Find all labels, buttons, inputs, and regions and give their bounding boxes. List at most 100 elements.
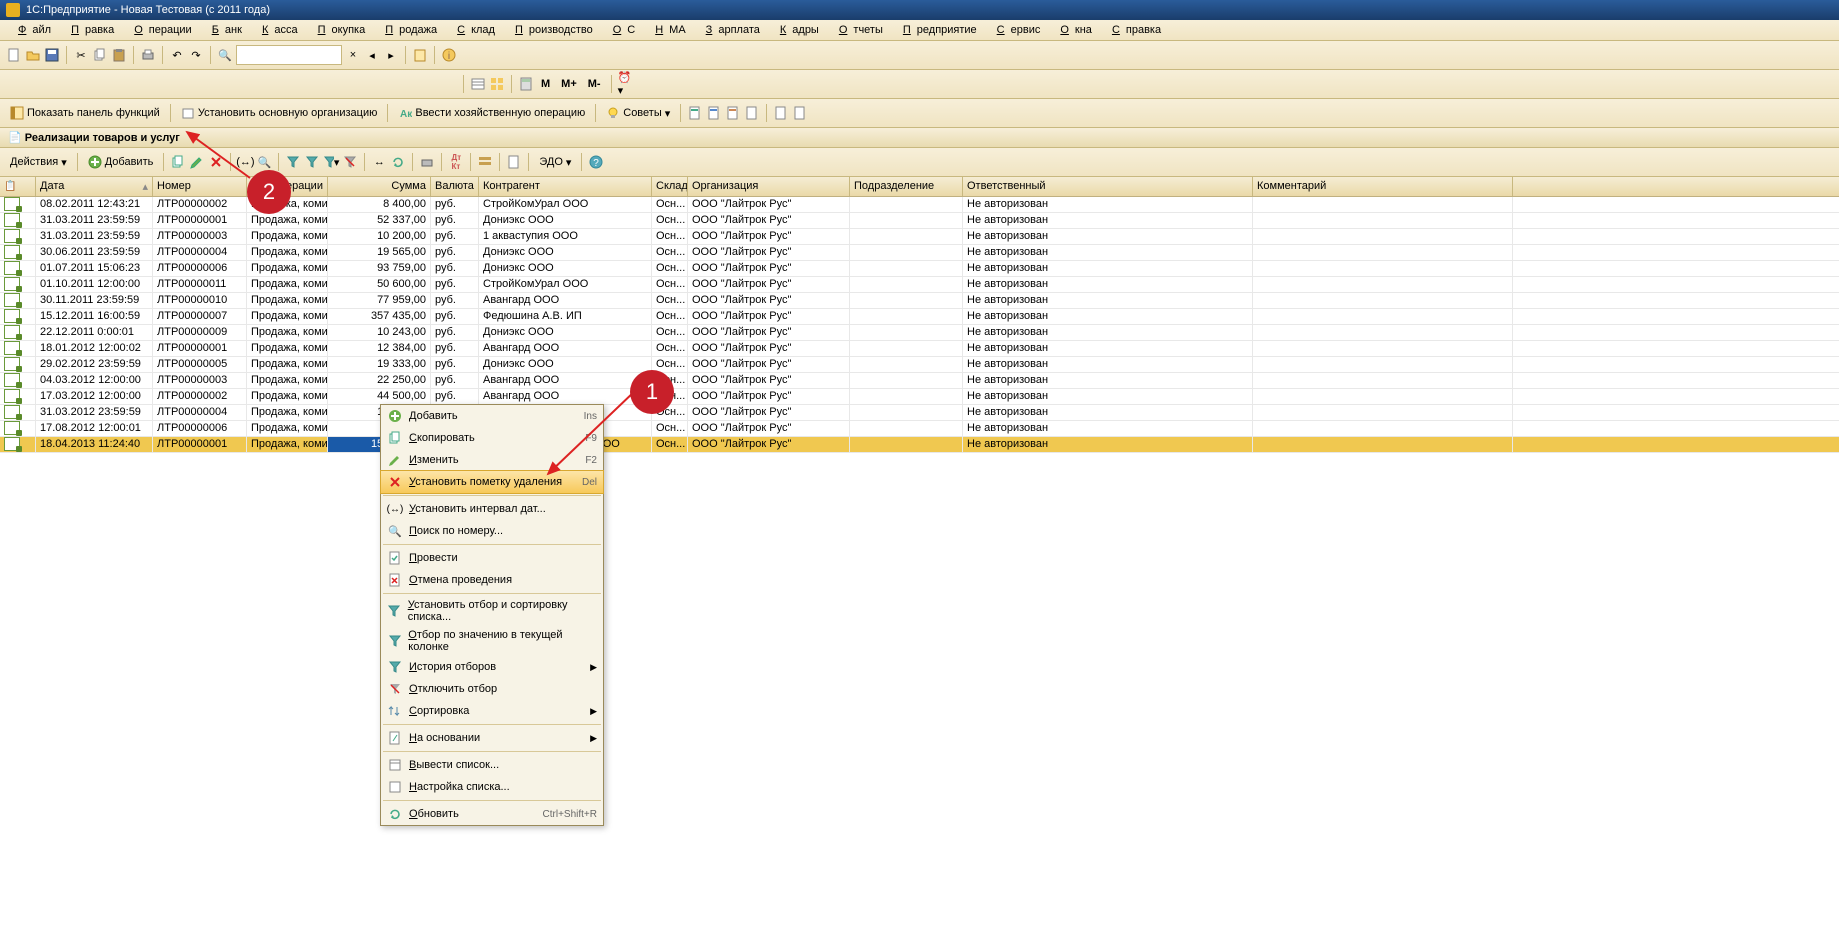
clipboard-icon[interactable] (412, 47, 428, 63)
col-header[interactable]: Ответственный (963, 177, 1253, 196)
grid-icon[interactable] (489, 76, 505, 92)
menu-продажа[interactable]: Продажа (373, 22, 443, 38)
structure-icon[interactable] (477, 154, 493, 170)
ctx-del[interactable]: Установить пометку удаленияDel (380, 470, 604, 494)
new-icon[interactable] (6, 47, 22, 63)
table-row[interactable]: 17.03.2012 12:00:00ЛТР00000002Продажа, к… (0, 389, 1839, 405)
report6-icon[interactable] (792, 105, 808, 121)
menu-окна[interactable]: Окна (1048, 22, 1098, 38)
table-row[interactable]: 31.03.2011 23:59:59ЛТР00000003Продажа, к… (0, 229, 1839, 245)
table-row[interactable]: 18.04.2013 11:24:40ЛТР00000001Продажа, к… (0, 437, 1839, 453)
help2-icon[interactable]: ? (588, 154, 604, 170)
base-on-icon[interactable] (506, 154, 522, 170)
col-header[interactable]: Дата ▴ (36, 177, 153, 196)
actions-button[interactable]: Действия ▾ (6, 154, 71, 171)
search-num-icon[interactable]: 🔍 (256, 154, 272, 170)
menu-касса[interactable]: Касса (250, 22, 304, 38)
ctx-date[interactable]: (↔)Установить интервал дат... (381, 498, 603, 520)
menu-сервис[interactable]: Сервис (985, 22, 1047, 38)
edit-doc-icon[interactable] (189, 154, 205, 170)
table-row[interactable]: 31.03.2012 23:59:59ЛТР00000004Продажа, к… (0, 405, 1839, 421)
grid-body[interactable]: 08.02.2011 12:43:21ЛТР00000002Продажа, к… (0, 197, 1839, 453)
mark-delete-icon[interactable] (208, 154, 224, 170)
ctx-filtc[interactable]: Отбор по значению в текущей колонке (381, 626, 603, 656)
add-button[interactable]: Добавить (84, 153, 158, 171)
table-row[interactable]: 31.03.2011 23:59:59ЛТР00000001Продажа, к… (0, 213, 1839, 229)
filter-col-icon[interactable] (304, 154, 320, 170)
table-row[interactable]: 30.06.2011 23:59:59ЛТР00000004Продажа, к… (0, 245, 1839, 261)
menu-склад[interactable]: Склад (445, 22, 501, 38)
report2-icon[interactable] (706, 105, 722, 121)
memory-mplus[interactable]: М+ (557, 76, 581, 92)
reminder-icon[interactable]: ⏰▾ (618, 76, 634, 92)
menu-отчеты[interactable]: Отчеты (827, 22, 889, 38)
cut-icon[interactable]: ✂ (73, 47, 89, 63)
open-icon[interactable] (25, 47, 41, 63)
dt-kt-icon[interactable]: ДтКт (448, 154, 464, 170)
ctx-srch[interactable]: 🔍Поиск по номеру... (381, 520, 603, 542)
search-next-icon[interactable]: ▸ (383, 47, 399, 63)
filter-hist-icon[interactable]: ▾ (323, 154, 339, 170)
help-icon[interactable]: i (441, 47, 457, 63)
copy-doc-icon[interactable] (170, 154, 186, 170)
col-header[interactable]: Валюта (431, 177, 479, 196)
redo-icon[interactable]: ↷ (188, 47, 204, 63)
date-interval-icon[interactable]: (↔) (237, 154, 253, 170)
menu-предприятие[interactable]: Предприятие (891, 22, 983, 38)
table-row[interactable]: 17.08.2012 12:00:01ЛТР00000006Продажа, к… (0, 421, 1839, 437)
ctx-set[interactable]: Настройка списка... (381, 776, 603, 798)
print-icon[interactable] (140, 47, 156, 63)
search-prev-icon[interactable]: ◂ (364, 47, 380, 63)
print-doc-icon[interactable] (419, 154, 435, 170)
col-header[interactable]: Сумма (328, 177, 431, 196)
paste-icon[interactable] (111, 47, 127, 63)
table-row[interactable]: 01.10.2011 12:00:00ЛТР00000011Продажа, к… (0, 277, 1839, 293)
filter-off-icon[interactable] (342, 154, 358, 170)
report3-icon[interactable] (725, 105, 741, 121)
filter-icon[interactable] (285, 154, 301, 170)
ctx-copy[interactable]: СкопироватьF9 (381, 427, 603, 449)
ctx-unpost[interactable]: Отмена проведения (381, 569, 603, 591)
ctx-off[interactable]: Отключить отбор (381, 678, 603, 700)
table-row[interactable]: 18.01.2012 12:00:02ЛТР00000001Продажа, к… (0, 341, 1839, 357)
menu-банк[interactable]: Банк (200, 22, 248, 38)
ctx-exp[interactable]: Вывести список... (381, 754, 603, 776)
copy-icon[interactable] (92, 47, 108, 63)
menu-зарплата[interactable]: Зарплата (694, 22, 766, 38)
col-header[interactable]: Контрагент (479, 177, 652, 196)
search-input[interactable] (236, 45, 342, 65)
ctx-filt[interactable]: Установить отбор и сортировку списка... (381, 596, 603, 626)
search-icon[interactable]: 🔍 (217, 47, 233, 63)
menu-ос[interactable]: ОС (601, 22, 642, 38)
ctx-hist[interactable]: История отборов▶ (381, 656, 603, 678)
menu-производство[interactable]: Производство (503, 22, 599, 38)
show-panel-button[interactable]: Показать панель функций (6, 104, 164, 122)
save-icon[interactable] (44, 47, 60, 63)
col-header[interactable]: 📋 (0, 177, 36, 196)
table-row[interactable]: 22.12.2011 0:00:01ЛТР00000009Продажа, ко… (0, 325, 1839, 341)
set-org-button[interactable]: Установить основную организацию (177, 104, 382, 122)
menu-операции[interactable]: Операции (122, 22, 197, 38)
memory-m[interactable]: М (537, 76, 554, 92)
col-header[interactable]: Комментарий (1253, 177, 1513, 196)
report4-icon[interactable] (744, 105, 760, 121)
undo-icon[interactable]: ↶ (169, 47, 185, 63)
report1-icon[interactable] (687, 105, 703, 121)
menu-файл[interactable]: Файл (6, 22, 57, 38)
table-row[interactable]: 15.12.2011 16:00:59ЛТР00000007Продажа, к… (0, 309, 1839, 325)
menu-нма[interactable]: НМА (643, 22, 691, 38)
refresh-icon[interactable] (390, 154, 406, 170)
main-menu[interactable]: ФайлПравкаОперацииБанкКассаПокупкаПродаж… (0, 20, 1839, 41)
menu-кадры[interactable]: Кадры (768, 22, 825, 38)
enter-op-button[interactable]: АкВвести хозяйственную операцию (394, 104, 589, 122)
table-row[interactable]: 29.02.2012 23:59:59ЛТР00000005Продажа, к… (0, 357, 1839, 373)
ctx-base[interactable]: На основании▶ (381, 727, 603, 749)
memory-mminus[interactable]: М- (584, 76, 605, 92)
search-clear-icon[interactable]: × (345, 47, 361, 63)
ctx-ref[interactable]: ОбновитьCtrl+Shift+R (381, 803, 603, 825)
menu-покупка[interactable]: Покупка (306, 22, 372, 38)
report5-icon[interactable] (773, 105, 789, 121)
col-header[interactable]: Организация (688, 177, 850, 196)
table-row[interactable]: 30.11.2011 23:59:59ЛТР00000010Продажа, к… (0, 293, 1839, 309)
context-menu[interactable]: ДобавитьInsСкопироватьF9ИзменитьF2Устано… (380, 404, 604, 826)
